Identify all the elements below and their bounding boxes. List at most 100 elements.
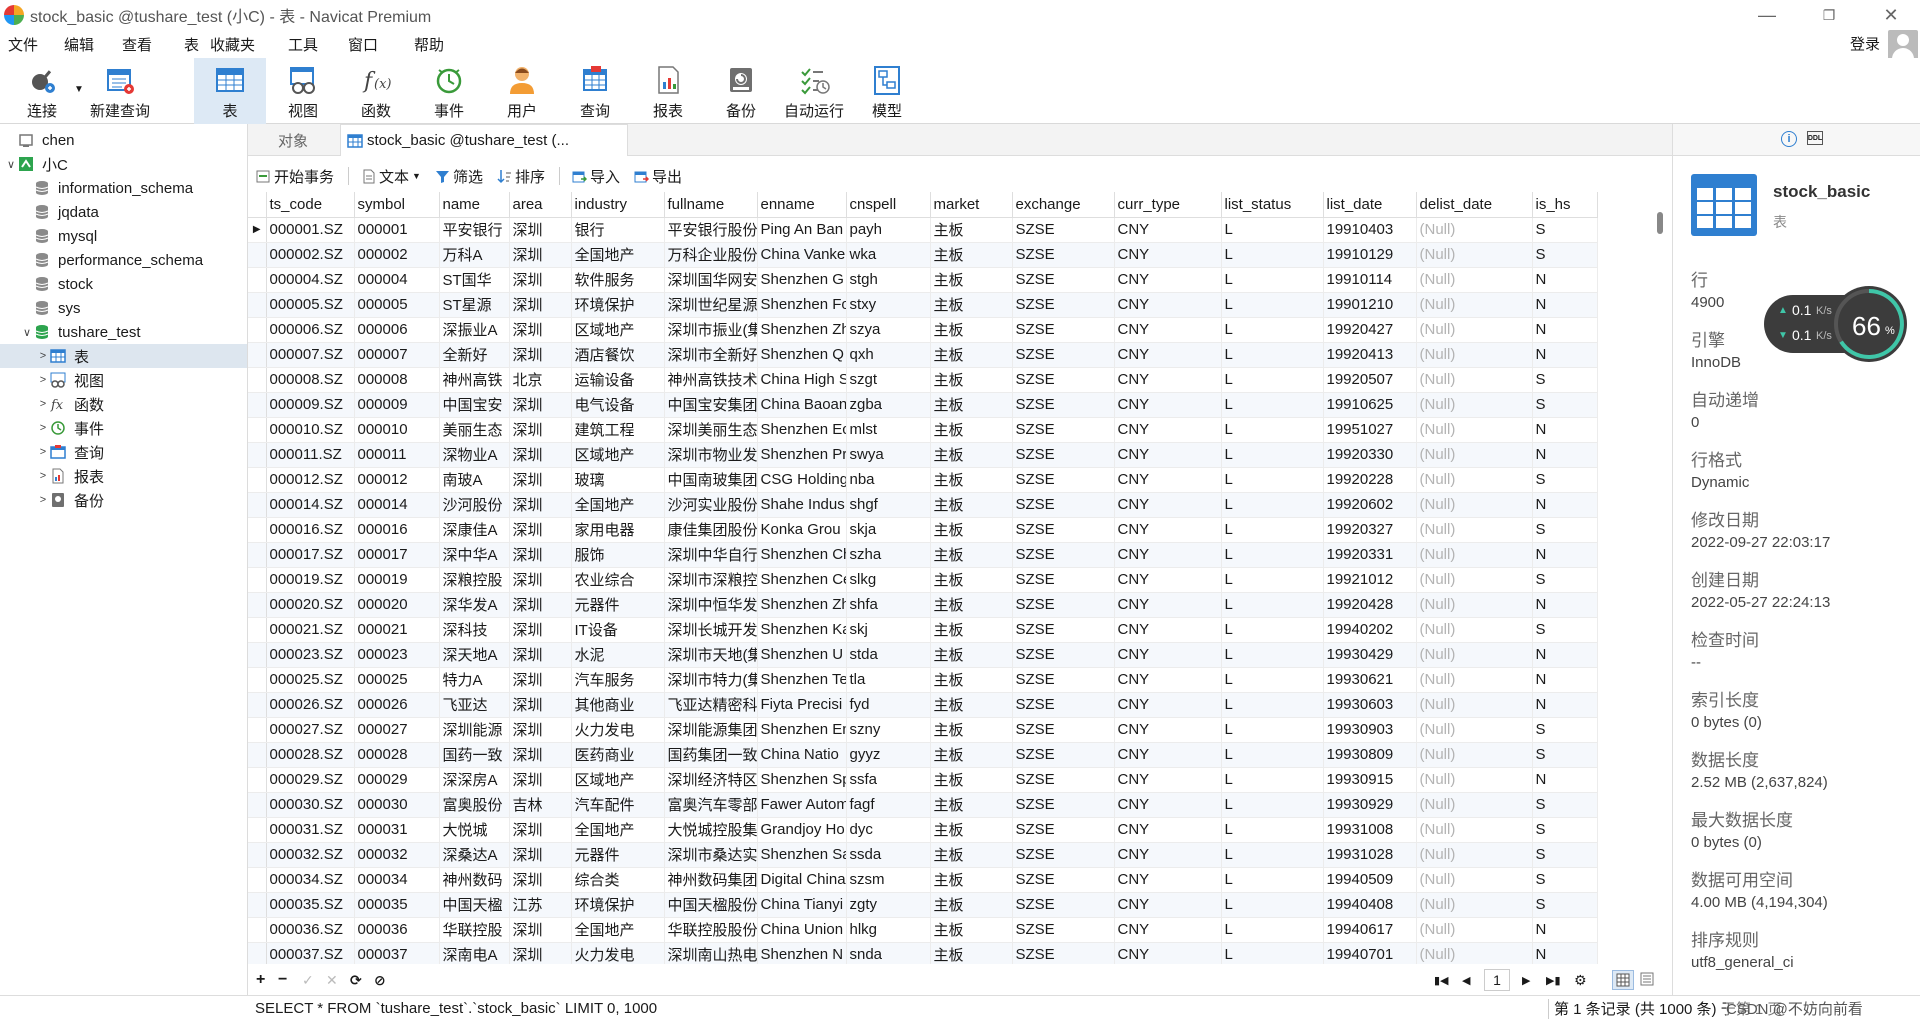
cell-name[interactable]: 深康佳A (439, 517, 510, 543)
cell-fullname[interactable]: 中国宝安集团 (664, 392, 758, 418)
cell-area[interactable]: 深圳 (509, 492, 572, 518)
row-indicator[interactable] (248, 467, 267, 493)
cell-cnspell[interactable]: szgt (846, 367, 931, 393)
cell-delist-date[interactable]: (Null) (1416, 742, 1533, 768)
cell-ts-code[interactable]: 000008.SZ (266, 367, 355, 393)
table-button[interactable]: 表 (194, 58, 266, 124)
cell-industry[interactable]: 区域地产 (571, 317, 665, 343)
tree-item-database[interactable]: ∨ tushare_test (0, 320, 247, 344)
cell-area[interactable]: 深圳 (509, 267, 572, 293)
cell-ts-code[interactable]: 000037.SZ (266, 942, 355, 964)
cell-market[interactable]: 主板 (930, 467, 1013, 493)
row-indicator[interactable] (248, 592, 267, 618)
cell-area[interactable]: 深圳 (509, 517, 572, 543)
cell-list-status[interactable]: L (1221, 692, 1324, 718)
column-header-curr-type[interactable]: curr_type (1114, 192, 1222, 218)
cell-industry[interactable]: 元器件 (571, 592, 665, 618)
ddl-icon[interactable]: DDL (1807, 131, 1823, 145)
first-page-button[interactable]: ▮◀ (1434, 974, 1449, 987)
backup-button[interactable]: 备份 (705, 58, 777, 124)
cell-enname[interactable]: China Vanke (757, 242, 847, 268)
cell-enname[interactable]: Shenzhen N (757, 942, 847, 964)
cell-list-date[interactable]: 19940202 (1323, 617, 1417, 643)
tree-item-object-group[interactable]: > 报表 (0, 464, 247, 488)
cell-ts-code[interactable]: 000010.SZ (266, 417, 355, 443)
cell-cnspell[interactable]: fyd (846, 692, 931, 718)
cell-fullname[interactable]: 飞亚达精密科 (664, 692, 758, 718)
cell-is-hs[interactable]: N (1532, 642, 1598, 668)
cell-symbol[interactable]: 000008 (354, 367, 440, 393)
grid-scrollbar-thumb[interactable] (1657, 212, 1663, 234)
cell-list-status[interactable]: L (1221, 617, 1324, 643)
cell-list-status[interactable]: L (1221, 317, 1324, 343)
cell-fullname[interactable]: 深圳南山热电 (664, 942, 758, 964)
chevron-right-icon[interactable]: > (36, 494, 50, 506)
cell-curr-type[interactable]: CNY (1114, 692, 1222, 718)
chevron-right-icon[interactable]: > (36, 398, 50, 410)
cell-is-hs[interactable]: S (1532, 717, 1598, 743)
cell-list-date[interactable]: 19920228 (1323, 467, 1417, 493)
cell-name[interactable]: 飞亚达 (439, 692, 510, 718)
cell-list-date[interactable]: 19940408 (1323, 892, 1417, 918)
cell-area[interactable]: 深圳 (509, 742, 572, 768)
text-button[interactable]: 文本 ▼ (361, 166, 421, 187)
row-indicator[interactable] (248, 367, 267, 393)
cell-cnspell[interactable]: zgty (846, 892, 931, 918)
column-header-list-status[interactable]: list_status (1221, 192, 1324, 218)
cell-area[interactable]: 深圳 (509, 942, 572, 964)
cell-delist-date[interactable]: (Null) (1416, 867, 1533, 893)
stop-button[interactable]: ⊘ (374, 972, 386, 989)
cell-fullname[interactable]: 深圳美丽生态 (664, 417, 758, 443)
tree-item-database[interactable]: mysql (0, 224, 247, 248)
cell-symbol[interactable]: 000001 (354, 217, 440, 243)
cell-curr-type[interactable]: CNY (1114, 342, 1222, 368)
tree-item-database[interactable]: performance_schema (0, 248, 247, 272)
cell-list-date[interactable]: 19920427 (1323, 317, 1417, 343)
cell-delist-date[interactable]: (Null) (1416, 517, 1533, 543)
current-row-arrow-icon[interactable]: ▶ (248, 217, 267, 243)
column-header-list-date[interactable]: list_date (1323, 192, 1417, 218)
cell-market[interactable]: 主板 (930, 592, 1013, 618)
cell-name[interactable]: 南玻A (439, 467, 510, 493)
delete-record-button[interactable]: − (278, 971, 287, 989)
cell-is-hs[interactable]: S (1532, 567, 1598, 593)
cell-symbol[interactable]: 000029 (354, 767, 440, 793)
cell-cnspell[interactable]: zgba (846, 392, 931, 418)
cell-enname[interactable]: Shenzhen Zh (757, 317, 847, 343)
cell-area[interactable]: 深圳 (509, 442, 572, 468)
cell-symbol[interactable]: 000030 (354, 792, 440, 818)
cell-delist-date[interactable]: (Null) (1416, 392, 1533, 418)
table-row[interactable]: 000037.SZ 000037 深南电A 深圳 火力发电 深圳南山热电 Shenzhen … (248, 942, 1598, 964)
cell-name[interactable]: 深深房A (439, 767, 510, 793)
table-row[interactable]: 000031.SZ 000031 大悦城 深圳 全国地产 大悦城控股集 Grandjoy H… (248, 817, 1598, 843)
cell-name[interactable]: 沙河股份 (439, 492, 510, 518)
cell-enname[interactable]: China High S (757, 367, 847, 393)
cell-industry[interactable]: 火力发电 (571, 942, 665, 964)
row-indicator[interactable] (248, 617, 267, 643)
cell-ts-code[interactable]: 000012.SZ (266, 467, 355, 493)
cell-exchange[interactable]: SZSE (1012, 317, 1115, 343)
cell-industry[interactable]: 运输设备 (571, 367, 665, 393)
cell-area[interactable]: 深圳 (509, 392, 572, 418)
cell-ts-code[interactable]: 000025.SZ (266, 667, 355, 693)
cell-fullname[interactable]: 深圳能源集团 (664, 717, 758, 743)
cell-fullname[interactable]: 深圳市全新好 (664, 342, 758, 368)
cell-area[interactable]: 深圳 (509, 342, 572, 368)
next-page-button[interactable]: ▶ (1522, 974, 1530, 987)
row-indicator[interactable] (248, 542, 267, 568)
cell-list-date[interactable]: 19930929 (1323, 792, 1417, 818)
cell-cnspell[interactable]: fagf (846, 792, 931, 818)
last-page-button[interactable]: ▶▮ (1546, 974, 1561, 987)
cell-area[interactable]: 深圳 (509, 217, 572, 243)
cell-list-date[interactable]: 19920331 (1323, 542, 1417, 568)
cell-is-hs[interactable]: N (1532, 667, 1598, 693)
cell-industry[interactable]: 汽车服务 (571, 667, 665, 693)
row-indicator[interactable] (248, 942, 267, 964)
cell-curr-type[interactable]: CNY (1114, 817, 1222, 843)
cell-symbol[interactable]: 000037 (354, 942, 440, 964)
cell-fullname[interactable]: 深圳中华自行 (664, 542, 758, 568)
cell-name[interactable]: 神州高铁 (439, 367, 510, 393)
table-row[interactable]: 000032.SZ 000032 深桑达A 深圳 元器件 深圳市桑达实 Shenzhen S… (248, 842, 1598, 868)
cell-market[interactable]: 主板 (930, 242, 1013, 268)
cell-exchange[interactable]: SZSE (1012, 242, 1115, 268)
